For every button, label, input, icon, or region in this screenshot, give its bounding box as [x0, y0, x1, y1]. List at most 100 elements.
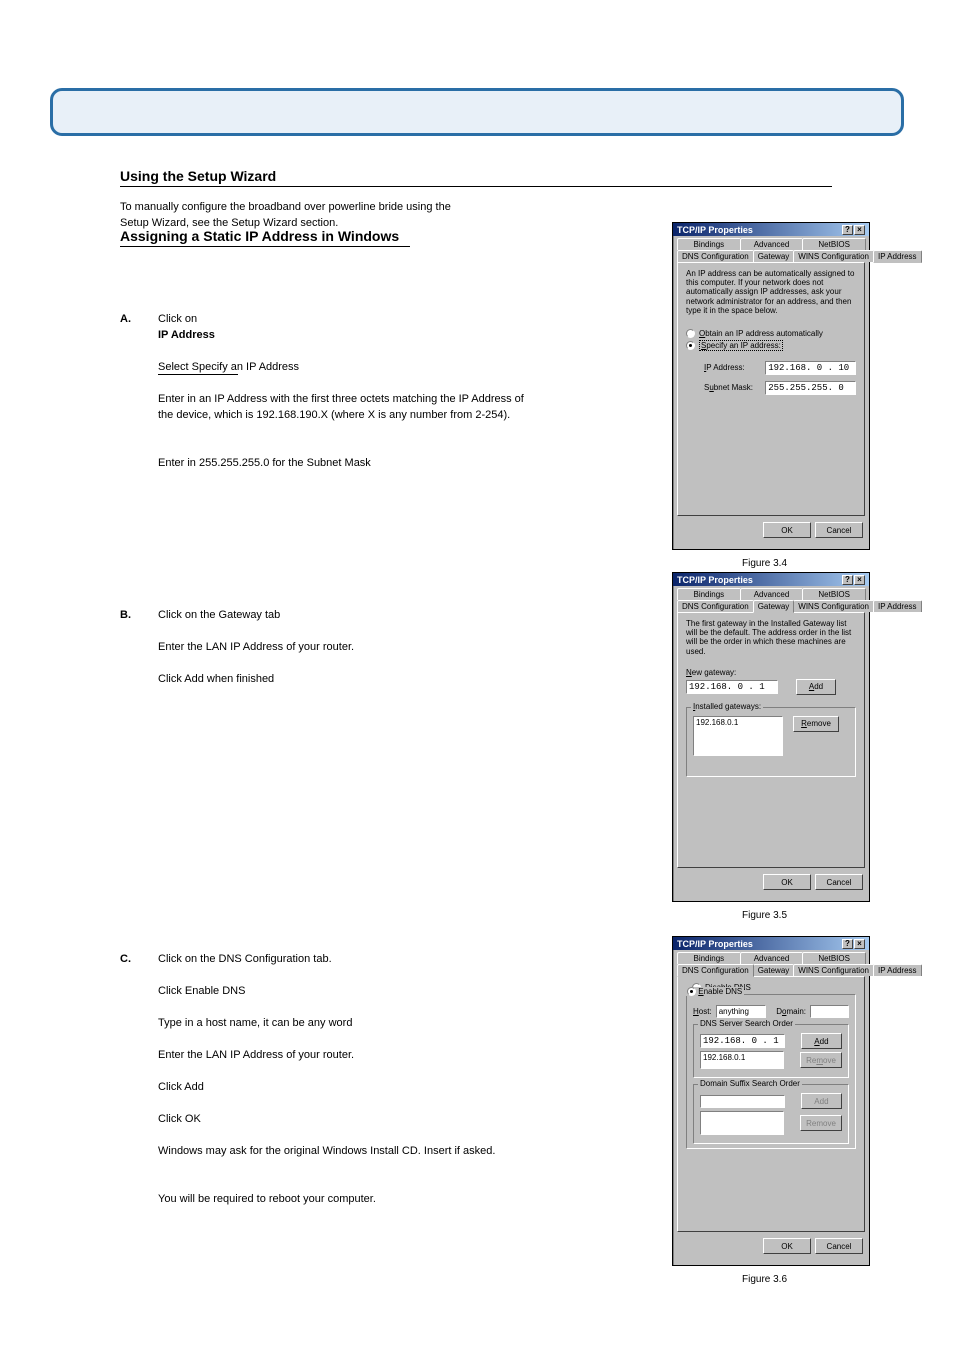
step-b-label: B. — [120, 608, 131, 624]
step-a-text3: Enter in an IP Address with the first th… — [158, 392, 528, 424]
tab-advanced[interactable]: Advanced — [740, 952, 804, 964]
figure-c-caption: Figure 3.6 — [742, 1274, 787, 1285]
tab-netbios[interactable]: NetBIOS — [802, 238, 866, 250]
tab-gateway[interactable]: Gateway — [753, 964, 795, 976]
section2-title: Assigning a Static IP Address in Windows — [120, 228, 399, 244]
tab-wins[interactable]: WINS Configuration — [793, 250, 874, 262]
tab-netbios[interactable]: NetBIOS — [802, 588, 866, 600]
remove-gateway-button[interactable]: Remove — [793, 716, 839, 732]
step-a-ip-label: IP Address — [158, 328, 215, 344]
tab-dns[interactable]: DNS Configuration — [677, 600, 754, 612]
radio-specify-ip-label: Specify an IP address: — [699, 340, 783, 351]
ip-tab-panel: An IP address can be automatically assig… — [677, 262, 865, 516]
radio-obtain-auto[interactable] — [686, 329, 695, 338]
installed-gateways-group: Installed gateways: 192.168.0.1 Remove — [686, 707, 856, 777]
new-gateway-label: New gateway: — [686, 668, 856, 677]
step-a-ip-underline — [158, 374, 238, 375]
dialog-title: TCP/IP Properties — [677, 225, 753, 235]
dns-remove-button[interactable]: Remove — [800, 1052, 842, 1068]
dns-server-list[interactable]: 192.168.0.1 — [700, 1051, 784, 1069]
help-icon[interactable]: ? — [842, 939, 853, 949]
dialog-title: TCP/IP Properties — [677, 575, 753, 585]
dns-server-item[interactable]: 192.168.0.1 — [703, 1053, 781, 1062]
step-c-text4: Enter the LAN IP Address of your router. — [158, 1048, 528, 1064]
domain-suffix-legend: Domain Suffix Search Order — [698, 1079, 802, 1088]
tab-dns[interactable]: DNS Configuration — [677, 250, 754, 262]
dialog-titlebar: TCP/IP Properties ? × — [673, 937, 869, 950]
ok-button[interactable]: OK — [763, 522, 811, 538]
suffix-add-button[interactable]: Add — [801, 1093, 842, 1109]
tabs-row-top: Bindings Advanced NetBIOS — [677, 238, 865, 250]
tabs-row-bottom: DNS Configuration Gateway WINS Configura… — [677, 250, 865, 262]
tab-netbios[interactable]: NetBIOS — [802, 952, 866, 964]
section2-underline — [120, 246, 410, 247]
gateway-tab-panel: The first gateway in the Installed Gatew… — [677, 612, 865, 868]
help-icon[interactable]: ? — [842, 575, 853, 585]
cancel-button[interactable]: Cancel — [815, 522, 863, 538]
ok-button[interactable]: OK — [763, 874, 811, 890]
ip-address-label: IP Address: — [704, 363, 761, 372]
tab-bindings[interactable]: Bindings — [677, 952, 741, 964]
step-a-text1: Click on — [158, 312, 197, 328]
close-icon[interactable]: × — [854, 575, 865, 585]
ip-address-input[interactable]: 192.168. 0 . 10 — [765, 361, 856, 375]
tab-bindings[interactable]: Bindings — [677, 588, 741, 600]
dns-search-order-group: DNS Server Search Order 192.168. 0 . 1 A… — [693, 1024, 849, 1078]
tcpip-dialog-ip: TCP/IP Properties ? × Bindings Advanced … — [672, 222, 870, 550]
domain-label: Domain: — [776, 1007, 806, 1016]
installed-gateways-list[interactable]: 192.168.0.1 — [693, 716, 783, 756]
host-input[interactable]: anything — [716, 1005, 767, 1018]
subnet-mask-input[interactable]: 255.255.255. 0 — [765, 381, 856, 395]
tab-advanced[interactable]: Advanced — [740, 238, 804, 250]
radio-specify-ip[interactable] — [686, 341, 695, 350]
domain-input[interactable] — [810, 1005, 849, 1018]
add-gateway-button[interactable]: Add — [796, 679, 836, 695]
domain-suffix-group: Domain Suffix Search Order Add Remove — [693, 1084, 849, 1144]
subnet-mask-label: Subnet Mask: — [704, 383, 761, 392]
step-a-text4: Enter in 255.255.255.0 for the Subnet Ma… — [158, 456, 528, 472]
step-c-text6: Click OK — [158, 1112, 528, 1128]
step-c-label: C. — [120, 952, 131, 968]
dns-server-input[interactable]: 192.168. 0 . 1 — [700, 1034, 785, 1048]
step-c-text2: Click Enable DNS — [158, 984, 528, 1000]
step-c-text5: Click Add — [158, 1080, 528, 1096]
step-c-text3: Type in a host name, it can be any word — [158, 1016, 528, 1032]
tab-ipaddress[interactable]: IP Address — [873, 250, 922, 263]
dns-search-order-legend: DNS Server Search Order — [698, 1019, 795, 1028]
tcpip-dialog-gateway: TCP/IP Properties ? × Bindings Advanced … — [672, 572, 870, 902]
tab-bindings[interactable]: Bindings — [677, 238, 741, 250]
installed-gateway-item[interactable]: 192.168.0.1 — [696, 718, 780, 727]
tab-wins[interactable]: WINS Configuration — [793, 600, 874, 612]
help-icon[interactable]: ? — [842, 225, 853, 235]
dialog-titlebar: TCP/IP Properties ? × — [673, 223, 869, 236]
tab-gateway[interactable]: Gateway — [753, 600, 795, 613]
figure-b-caption: Figure 3.5 — [742, 910, 787, 921]
close-icon[interactable]: × — [854, 939, 865, 949]
cancel-button[interactable]: Cancel — [815, 874, 863, 890]
dns-add-button[interactable]: Add — [801, 1033, 842, 1049]
ip-info-text: An IP address can be automatically assig… — [686, 269, 856, 315]
cancel-button[interactable]: Cancel — [815, 1238, 863, 1254]
tab-wins[interactable]: WINS Configuration — [793, 964, 874, 976]
figure-a-caption: Figure 3.4 — [742, 558, 787, 569]
dns-tab-panel: Disable DNS Enable DNS Host: anything Do… — [677, 976, 865, 1232]
step-b-text2: Enter the LAN IP Address of your router. — [158, 640, 528, 656]
close-icon[interactable]: × — [854, 225, 865, 235]
radio-enable-dns-label: Enable DNS — [698, 987, 742, 996]
tab-ipaddress[interactable]: IP Address — [873, 964, 922, 976]
ok-button[interactable]: OK — [763, 1238, 811, 1254]
suffix-input[interactable] — [700, 1095, 785, 1108]
tab-advanced[interactable]: Advanced — [740, 588, 804, 600]
step-c-text7: Windows may ask for the original Windows… — [158, 1144, 528, 1160]
step-c-text8: You will be required to reboot your comp… — [158, 1192, 528, 1208]
suffix-remove-button[interactable]: Remove — [800, 1115, 842, 1131]
tab-gateway[interactable]: Gateway — [753, 250, 795, 262]
radio-enable-dns[interactable] — [687, 987, 696, 996]
step-a-label: A. — [120, 312, 131, 328]
new-gateway-input[interactable]: 192.168. 0 . 1 — [686, 680, 778, 694]
tab-ipaddress[interactable]: IP Address — [873, 600, 922, 612]
tcpip-dialog-dns: TCP/IP Properties ? × Bindings Advanced … — [672, 936, 870, 1266]
suffix-list[interactable] — [700, 1111, 784, 1135]
tab-dns[interactable]: DNS Configuration — [677, 964, 754, 977]
intro-line1: To manually configure the broadband over… — [120, 200, 590, 216]
